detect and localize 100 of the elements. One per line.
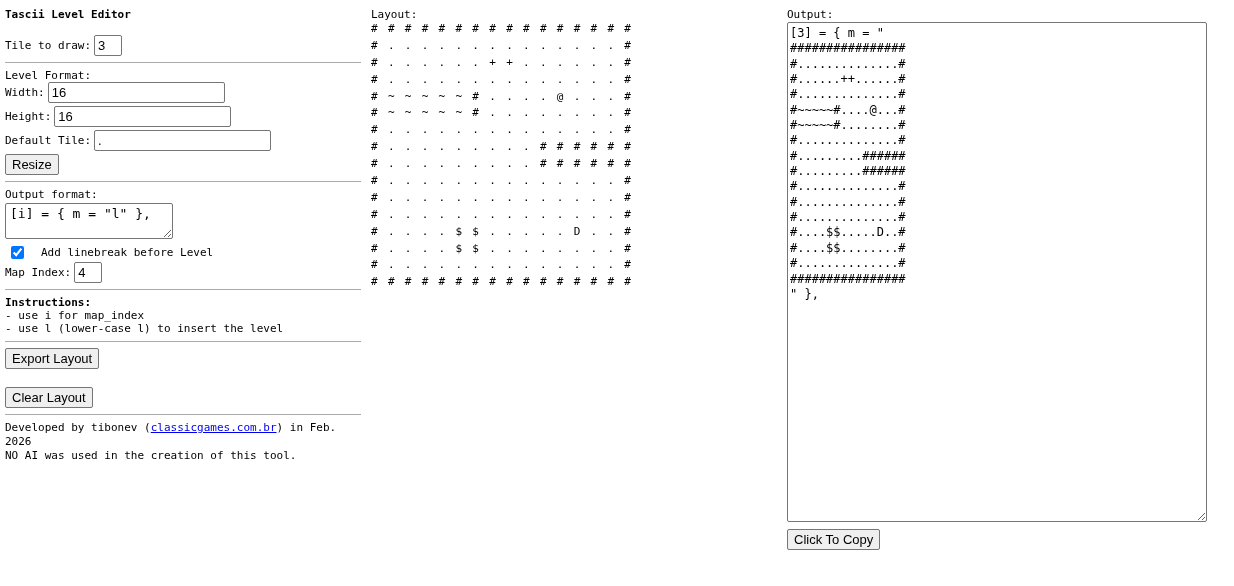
layout-tile[interactable]: @: [556, 88, 574, 106]
layout-tile[interactable]: .: [539, 189, 557, 207]
layout-tile[interactable]: .: [387, 206, 405, 224]
layout-tile[interactable]: ~: [387, 105, 405, 123]
layout-tile[interactable]: .: [455, 122, 473, 140]
layout-tile[interactable]: #: [371, 274, 388, 292]
layout-tile[interactable]: #: [371, 257, 388, 275]
layout-tile[interactable]: #: [624, 71, 642, 89]
layout-tile[interactable]: #: [607, 139, 625, 157]
layout-tile[interactable]: .: [523, 139, 540, 157]
layout-tile[interactable]: .: [539, 173, 557, 190]
layout-tile[interactable]: .: [573, 122, 591, 140]
layout-tile[interactable]: .: [404, 257, 422, 275]
layout-tile[interactable]: .: [387, 257, 405, 275]
layout-tile[interactable]: #: [624, 257, 642, 275]
layout-tile[interactable]: #: [624, 206, 642, 224]
layout-tile[interactable]: .: [455, 71, 473, 89]
layout-tile[interactable]: #: [489, 274, 507, 292]
layout-tile[interactable]: .: [489, 156, 507, 173]
layout-tile[interactable]: .: [421, 189, 439, 207]
layout-tile[interactable]: .: [387, 240, 405, 258]
layout-tile[interactable]: .: [573, 240, 591, 258]
layout-tile[interactable]: .: [472, 71, 490, 89]
layout-tile[interactable]: .: [438, 257, 456, 275]
layout-tile[interactable]: .: [404, 71, 422, 89]
layout-tile[interactable]: .: [387, 54, 405, 72]
layout-tile[interactable]: .: [590, 105, 608, 123]
layout-tile[interactable]: #: [371, 37, 388, 55]
clear-button[interactable]: Clear Layout: [5, 387, 93, 408]
layout-tile[interactable]: #: [371, 21, 388, 38]
layout-tile[interactable]: .: [404, 240, 422, 258]
layout-tile[interactable]: .: [523, 156, 540, 173]
layout-tile[interactable]: .: [387, 71, 405, 89]
layout-tile[interactable]: .: [506, 88, 523, 106]
layout-tile[interactable]: #: [539, 21, 557, 38]
layout-tile[interactable]: .: [404, 206, 422, 224]
layout-tile[interactable]: .: [489, 88, 507, 106]
layout-tile[interactable]: .: [438, 37, 456, 55]
layout-tile[interactable]: #: [523, 274, 540, 292]
layout-tile[interactable]: .: [472, 139, 490, 157]
layout-tile[interactable]: .: [523, 240, 540, 258]
layout-tile[interactable]: .: [607, 173, 625, 190]
layout-tile[interactable]: .: [421, 240, 439, 258]
layout-tile[interactable]: #: [573, 21, 591, 38]
layout-tile[interactable]: .: [489, 206, 507, 224]
layout-tile[interactable]: .: [556, 173, 574, 190]
layout-tile[interactable]: .: [438, 156, 456, 173]
layout-tile[interactable]: .: [421, 71, 439, 89]
layout-tile[interactable]: .: [607, 37, 625, 55]
layout-tile[interactable]: #: [371, 88, 388, 106]
layout-tile[interactable]: .: [539, 206, 557, 224]
layout-tile[interactable]: .: [455, 173, 473, 190]
layout-tile[interactable]: .: [523, 206, 540, 224]
layout-tile[interactable]: .: [590, 54, 608, 72]
layout-tile[interactable]: .: [387, 139, 405, 157]
linebreak-checkbox[interactable]: [11, 246, 24, 259]
layout-tile[interactable]: .: [421, 37, 439, 55]
layout-tile[interactable]: #: [624, 54, 642, 72]
layout-tile[interactable]: .: [404, 223, 422, 241]
layout-tile[interactable]: .: [607, 122, 625, 140]
layout-tile[interactable]: .: [404, 139, 422, 157]
layout-tile[interactable]: .: [607, 240, 625, 258]
width-input[interactable]: 16: [47, 82, 225, 103]
layout-tile[interactable]: #: [421, 21, 439, 38]
layout-tile[interactable]: .: [438, 122, 456, 140]
layout-tile[interactable]: #: [624, 223, 642, 241]
layout-tile[interactable]: #: [387, 274, 405, 292]
layout-tile[interactable]: .: [506, 240, 523, 258]
layout-tile[interactable]: .: [421, 206, 439, 224]
layout-tile[interactable]: .: [421, 122, 439, 140]
layout-tile[interactable]: .: [506, 257, 523, 275]
layout-tile[interactable]: $: [455, 240, 473, 258]
layout-tile[interactable]: .: [489, 189, 507, 207]
layout-tile[interactable]: .: [421, 139, 439, 157]
layout-tile[interactable]: .: [438, 223, 456, 241]
layout-tile[interactable]: #: [371, 223, 388, 241]
layout-tile[interactable]: .: [489, 240, 507, 258]
layout-tile[interactable]: .: [539, 54, 557, 72]
layout-tile[interactable]: #: [573, 139, 591, 157]
layout-tile[interactable]: .: [489, 105, 507, 123]
layout-tile[interactable]: #: [371, 105, 388, 123]
layout-tile[interactable]: .: [506, 122, 523, 140]
layout-tile[interactable]: .: [438, 139, 456, 157]
layout-tile[interactable]: ~: [455, 88, 473, 106]
layout-tile[interactable]: .: [556, 223, 574, 241]
layout-tile[interactable]: .: [421, 173, 439, 190]
layout-tile[interactable]: .: [573, 173, 591, 190]
layout-tile[interactable]: $: [455, 223, 473, 241]
layout-tile[interactable]: .: [506, 105, 523, 123]
layout-tile[interactable]: #: [371, 173, 388, 190]
layout-tile[interactable]: .: [523, 223, 540, 241]
layout-tile[interactable]: .: [404, 54, 422, 72]
website-link[interactable]: classicgames.com.br: [150, 421, 277, 434]
layout-tile[interactable]: .: [590, 223, 608, 241]
layout-tile[interactable]: #: [404, 274, 422, 292]
copy-button[interactable]: Click To Copy: [787, 529, 881, 550]
layout-tile[interactable]: #: [455, 21, 473, 38]
layout-tile[interactable]: .: [472, 156, 490, 173]
layout-tile[interactable]: .: [387, 223, 405, 241]
layout-tile[interactable]: #: [472, 21, 490, 38]
